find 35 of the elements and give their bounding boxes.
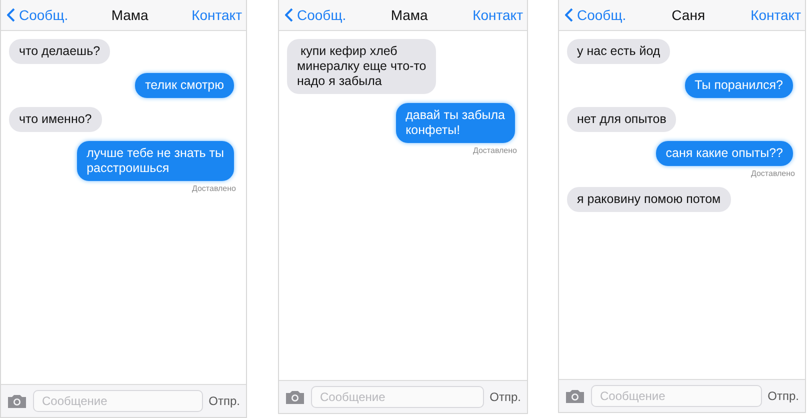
- contact-name: Мама: [390, 7, 428, 23]
- chevron-icon: [7, 8, 15, 22]
- incoming-message: я раковину помою потом: [567, 187, 731, 212]
- incoming-message: нет для опытов: [567, 107, 676, 132]
- incoming-message: у нас есть йод: [567, 39, 670, 64]
- send-button[interactable]: Отпр.: [768, 389, 799, 403]
- contact-button[interactable]: Контакт: [472, 7, 523, 23]
- contact-name: Саня: [672, 7, 706, 23]
- contact-button[interactable]: Контакт: [750, 7, 801, 23]
- delivery-status: Доставлено: [192, 184, 237, 193]
- back-button[interactable]: Сообщ.: [565, 7, 626, 23]
- incoming-message: купи кефир хлеб минералку еще что-то надо я забыла: [287, 39, 436, 94]
- outgoing-message: Ты поранился?: [684, 73, 793, 98]
- back-button[interactable]: Сообщ.: [7, 7, 68, 23]
- outgoing-message: лучше тебе не знать ты расстроишься: [76, 141, 234, 181]
- contact-button[interactable]: Контакт: [192, 7, 242, 23]
- outgoing-message: телик смотрю: [135, 73, 234, 98]
- message-field[interactable]: Сообщение: [311, 386, 484, 408]
- send-button[interactable]: Отпр.: [490, 390, 521, 404]
- delivery-status: Доставлено: [750, 169, 796, 178]
- outgoing-message: давай ты забыла конфеты!: [396, 103, 515, 143]
- incoming-message: что делаешь?: [9, 39, 110, 64]
- send-button[interactable]: Отпр.: [208, 394, 240, 408]
- message-field[interactable]: Сообщение: [33, 390, 203, 412]
- chevron-icon: [285, 8, 293, 22]
- message-field[interactable]: Сообщение: [591, 385, 762, 407]
- back-button[interactable]: Сообщ.: [285, 7, 346, 23]
- delivery-status: Доставлено: [472, 146, 518, 155]
- chevron-icon: [565, 8, 573, 22]
- camera-button[interactable]: [7, 394, 27, 408]
- camera-button[interactable]: [285, 390, 305, 404]
- outgoing-message: саня какие опыты??: [656, 141, 793, 166]
- incoming-message: что именно?: [9, 107, 102, 132]
- contact-name: Мама: [111, 7, 148, 23]
- camera-button[interactable]: [565, 388, 585, 404]
